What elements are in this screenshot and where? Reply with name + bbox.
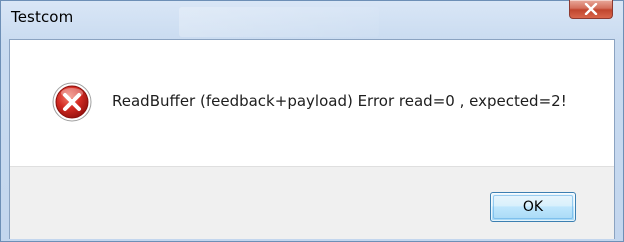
error-message: ReadBuffer (feedback+payload) Error read… <box>112 92 567 110</box>
ok-button[interactable]: OK <box>490 192 576 222</box>
close-button[interactable] <box>569 0 613 19</box>
close-icon <box>584 3 598 15</box>
background-reflection <box>179 7 379 37</box>
window-title: Testcom <box>11 8 74 26</box>
button-bar: OK <box>10 166 614 239</box>
dialog-client-area: ReadBuffer (feedback+payload) Error read… <box>9 39 615 239</box>
message-area: ReadBuffer (feedback+payload) Error read… <box>10 40 614 166</box>
title-bar[interactable]: Testcom <box>1 0 623 37</box>
dialog-window: Testcom ReadBuffer (feedback+payload) Er… <box>0 0 624 242</box>
error-icon <box>52 82 92 122</box>
